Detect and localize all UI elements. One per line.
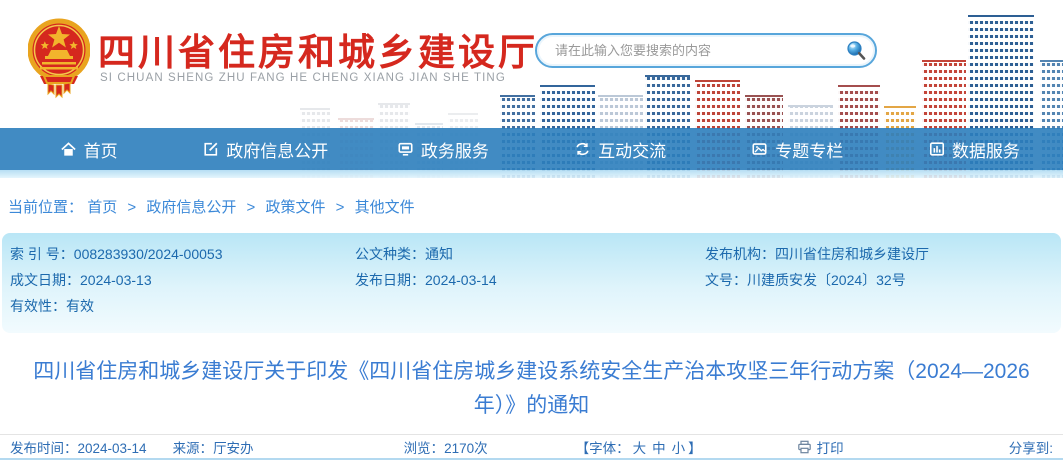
publish-time: 发布时间：2024-03-14 xyxy=(10,437,147,457)
gov-services-icon xyxy=(397,141,414,157)
nav-bottom-strip xyxy=(0,170,1063,178)
font-size-medium-button[interactable]: 中 xyxy=(652,441,666,456)
article-info-bar: 发布时间：2024-03-14 来源：厅安办 浏览：2170次 【字体：大中小】… xyxy=(0,434,1063,460)
nav-label: 数据服务 xyxy=(952,137,1020,162)
nav-item-home[interactable]: 首页 xyxy=(0,128,177,170)
font-size-small-button[interactable]: 小 xyxy=(672,441,686,456)
font-size-control: 【字体：大中小】 xyxy=(576,437,702,457)
search-button[interactable] xyxy=(841,36,871,66)
font-size-large-button[interactable]: 大 xyxy=(633,441,647,456)
breadcrumb: 当前位置： 首页 > 政府信息公开 > 政策文件 > 其他文件 xyxy=(0,178,1063,226)
meta-written-date: 成文日期：2024-03-13 xyxy=(10,270,355,296)
breadcrumb-separator: > xyxy=(336,199,345,216)
interaction-icon xyxy=(574,141,591,157)
meta-publish-date: 发布日期：2024-03-14 xyxy=(355,270,705,296)
site-title-pinyin: SI CHUAN SHENG ZHU FANG HE CHENG XIANG J… xyxy=(100,72,506,84)
home-icon xyxy=(60,141,77,158)
search-input[interactable] xyxy=(537,43,841,58)
site-header: 四川省住房和城乡建设厅 SI CHUAN SHENG ZHU FANG HE C… xyxy=(0,0,1063,178)
nav-item-topics[interactable]: 专题专栏 xyxy=(709,128,886,170)
nav-label: 政府信息公开 xyxy=(226,137,328,162)
nav-item-data-services[interactable]: 数据服务 xyxy=(886,128,1063,170)
breadcrumb-link-policy-docs[interactable]: 政策文件 xyxy=(265,199,325,216)
nav-item-interaction[interactable]: 互动交流 xyxy=(532,128,709,170)
data-services-icon xyxy=(929,141,945,157)
article-title: 四川省住房和城乡建设厅关于印发《四川省住房城乡建设系统安全生产治本攻坚三年行动方… xyxy=(17,355,1047,423)
nav-label: 专题专栏 xyxy=(775,137,843,162)
national-emblem-logo xyxy=(28,14,90,105)
breadcrumb-link-home[interactable]: 首页 xyxy=(87,199,117,216)
nav-label: 互动交流 xyxy=(598,137,666,162)
printer-icon xyxy=(797,440,812,454)
info-disclosure-icon xyxy=(203,141,219,157)
print-button[interactable]: 打印 xyxy=(797,437,844,457)
meta-doc-number: 文号：川建质安发〔2024〕32号 xyxy=(705,270,1061,296)
search-box xyxy=(535,33,877,68)
document-meta-panel: 索 引 号：008283930/2024-00053 公文种类：通知 发布机构：… xyxy=(2,233,1061,333)
topics-icon xyxy=(751,141,768,157)
breadcrumb-link-info-disclosure[interactable]: 政府信息公开 xyxy=(146,199,236,216)
share-button[interactable]: 分享到: xyxy=(1009,437,1053,457)
nav-item-gov-services[interactable]: 政务服务 xyxy=(354,128,531,170)
nav-label: 首页 xyxy=(84,137,118,162)
meta-validity: 有效性：有效 xyxy=(10,296,355,322)
article-source: 来源：厅安办 xyxy=(173,437,254,457)
main-nav: 首页 政府信息公开 政务服务 互动交流 专题专栏 xyxy=(0,128,1063,170)
site-title: 四川省住房和城乡建设厅 xyxy=(98,22,538,76)
breadcrumb-label: 当前位置： xyxy=(8,199,83,216)
nav-label: 政务服务 xyxy=(421,137,489,162)
view-count: 浏览：2170次 xyxy=(404,437,488,457)
meta-index-number: 索 引 号：008283930/2024-00053 xyxy=(10,244,355,270)
meta-issuing-agency: 发布机构：四川省住房和城乡建设厅 xyxy=(705,244,1061,270)
breadcrumb-link-other-docs[interactable]: 其他文件 xyxy=(355,199,415,216)
nav-item-info-disclosure[interactable]: 政府信息公开 xyxy=(177,128,354,170)
breadcrumb-separator: > xyxy=(247,199,256,216)
search-icon xyxy=(844,39,868,63)
breadcrumb-separator: > xyxy=(127,199,136,216)
meta-doc-type: 公文种类：通知 xyxy=(355,244,705,270)
